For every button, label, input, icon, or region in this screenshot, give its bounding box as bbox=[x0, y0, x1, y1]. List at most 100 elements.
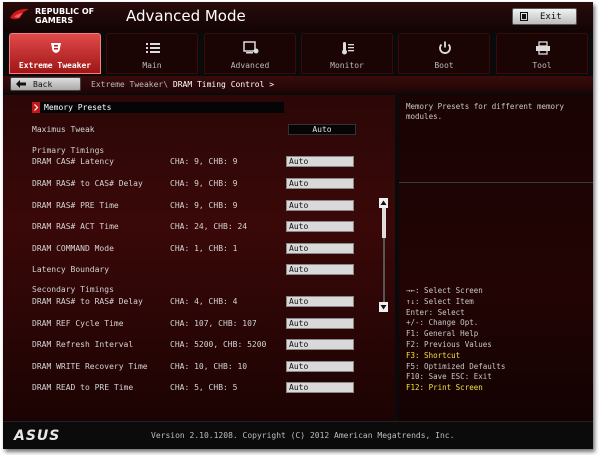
chb-value: 5200 bbox=[247, 340, 267, 349]
key-hint: →←: Select Screen bbox=[406, 286, 483, 295]
brand-line-1: REPUBLIC OF bbox=[35, 7, 95, 16]
cha-value: 9 bbox=[194, 179, 199, 188]
row-channels: CHA: 9, CHB: 9 bbox=[170, 157, 238, 166]
advanced-icon bbox=[243, 41, 259, 54]
row-value-field[interactable]: Auto bbox=[286, 200, 354, 211]
chb-value: 107 bbox=[242, 319, 257, 328]
key-hint: F2: Previous Values bbox=[406, 339, 492, 349]
cha-value: 10 bbox=[194, 362, 204, 371]
cha-value: 5200 bbox=[194, 340, 214, 349]
key-hint: +/-: Change Opt. bbox=[406, 318, 479, 328]
chb-value: 9 bbox=[232, 201, 238, 210]
tab-label: Tool bbox=[532, 61, 552, 70]
row-value-field[interactable]: Auto bbox=[286, 264, 354, 275]
row-channels: CHA: 107, CHB: 107 bbox=[170, 319, 257, 328]
scrollbar-thumb[interactable] bbox=[382, 208, 386, 238]
row-value-field[interactable]: Auto bbox=[286, 318, 354, 329]
row-channels: CHA: 10, CHB: 10 bbox=[170, 362, 248, 371]
tab-label: Boot bbox=[434, 61, 454, 70]
row-label: DRAM READ to PRE Time bbox=[32, 383, 134, 392]
row-value-field[interactable]: Auto bbox=[286, 382, 354, 393]
row-label: Latency Boundary bbox=[32, 265, 110, 274]
row-channels: CHA: 1, CHB: 1 bbox=[170, 244, 238, 253]
version-text: Version 2.10.1208. Copyright (C) 2012 Am… bbox=[151, 431, 455, 440]
row-value-field[interactable]: Auto bbox=[286, 361, 354, 372]
memory-presets-label: Memory Presets bbox=[44, 103, 112, 112]
scroll-up-arrow-icon[interactable] bbox=[379, 198, 388, 208]
row-value-field[interactable]: Auto bbox=[286, 339, 354, 350]
cha-value: 107 bbox=[194, 319, 209, 328]
printer-icon bbox=[536, 41, 550, 55]
chb-value: 9 bbox=[232, 157, 238, 166]
tab-main[interactable]: Main bbox=[106, 33, 198, 74]
row-value-field[interactable]: Auto bbox=[286, 178, 354, 189]
tab-monitor[interactable]: Monitor bbox=[301, 33, 393, 74]
key-hint: Enter: Select bbox=[406, 307, 465, 317]
chb-value: 10 bbox=[237, 362, 248, 371]
key-hint: F10: Save ESC: Exit bbox=[406, 372, 492, 382]
breadcrumb-current: DRAM Timing Control > bbox=[172, 80, 275, 89]
cha-value: 1 bbox=[194, 244, 199, 253]
maximus-tweak-label: Maximus Tweak bbox=[32, 125, 95, 134]
chb-value: 4 bbox=[232, 297, 238, 306]
cha-value: 9 bbox=[194, 201, 199, 210]
row-channels: CHA: 5, CHB: 5 bbox=[170, 383, 238, 392]
thermometer-icon bbox=[342, 42, 354, 55]
chb-value: 9 bbox=[232, 179, 238, 188]
tab-bar: Extreme Tweaker Main Advanced Monitor Bo… bbox=[9, 33, 589, 74]
row-value-field[interactable]: Auto bbox=[286, 243, 354, 254]
tab-label: Monitor bbox=[330, 61, 364, 70]
help-panel: Memory Presets for different memory modu… bbox=[399, 95, 593, 421]
navigation-bar: Back Extreme Tweaker\ DRAM Timing Contro… bbox=[3, 76, 593, 93]
tab-tool[interactable]: Tool bbox=[496, 33, 588, 74]
row-channels: CHA: 9, CHB: 9 bbox=[170, 201, 238, 210]
exit-button[interactable]: Exit bbox=[512, 8, 577, 25]
row-label: DRAM CAS# Latency bbox=[32, 157, 114, 166]
back-button[interactable]: Back bbox=[10, 77, 81, 91]
header-bar: REPUBLIC OF GAMERS Advanced Mode Exit bbox=[3, 2, 593, 32]
row-value-field[interactable]: Auto bbox=[286, 221, 354, 232]
secondary-timings-header: Secondary Timings bbox=[32, 285, 114, 294]
tab-label: Main bbox=[142, 61, 162, 70]
row-label: DRAM WRITE Recovery Time bbox=[32, 362, 148, 371]
scroll-down-arrow-icon[interactable] bbox=[379, 302, 388, 312]
row-label: DRAM COMMAND Mode bbox=[32, 244, 114, 253]
rog-eye-logo-icon bbox=[10, 8, 29, 20]
submenu-arrow-icon bbox=[32, 102, 40, 113]
row-channels: CHA: 5200, CHB: 5200 bbox=[170, 340, 267, 349]
row-label: DRAM RAS# to RAS# Delay bbox=[32, 297, 143, 306]
cha-value: 5 bbox=[194, 383, 199, 392]
row-channels: CHA: 9, CHB: 9 bbox=[170, 179, 238, 188]
row-value-field[interactable]: Auto bbox=[286, 296, 354, 307]
brand-text: REPUBLIC OF GAMERS bbox=[35, 7, 115, 25]
row-label: DRAM RAS# PRE Time bbox=[32, 201, 119, 210]
chb-value: 24 bbox=[237, 222, 248, 231]
mode-title: Advanced Mode bbox=[126, 7, 246, 25]
breadcrumb: Extreme Tweaker\ DRAM Timing Control > bbox=[91, 80, 274, 89]
brand-line-2: GAMERS bbox=[35, 16, 74, 25]
tweaker-icon bbox=[51, 43, 61, 53]
chb-value: 5 bbox=[232, 383, 238, 392]
primary-timings-header: Primary Timings bbox=[32, 146, 105, 155]
key-legend: →←: Select Screen ↑↓: Select Item Enter:… bbox=[406, 286, 505, 394]
asus-logo: ASUS bbox=[14, 428, 61, 444]
back-label: Back bbox=[33, 79, 53, 89]
key-hint: ↑↓: Select Item bbox=[406, 296, 474, 306]
tab-extreme-tweaker[interactable]: Extreme Tweaker bbox=[9, 33, 101, 74]
key-hint-shortcut[interactable]: F3: Shortcut bbox=[406, 351, 505, 362]
row-value-field[interactable]: Auto bbox=[286, 156, 354, 167]
cha-value: 9 bbox=[194, 157, 199, 166]
help-description: Memory Presets for different memory modu… bbox=[406, 102, 565, 121]
breadcrumb-parent[interactable]: Extreme Tweaker\ bbox=[91, 80, 168, 89]
row-label: DRAM REF Cycle Time bbox=[32, 319, 124, 328]
exit-door-icon bbox=[520, 12, 528, 21]
tab-advanced[interactable]: Advanced bbox=[204, 33, 296, 74]
tab-boot[interactable]: Boot bbox=[398, 33, 490, 74]
key-hint-print-screen[interactable]: F12: Print Screen bbox=[406, 383, 505, 394]
row-channels: CHA: 4, CHB: 4 bbox=[170, 297, 238, 306]
maximus-tweak-field[interactable]: Auto bbox=[288, 124, 356, 135]
row-label: DRAM RAS# ACT Time bbox=[32, 222, 119, 231]
key-hint: F1: General Help bbox=[406, 329, 479, 339]
settings-panel: Memory Presets Maximus Tweak Auto Primar… bbox=[3, 95, 395, 421]
tab-label: Advanced bbox=[230, 61, 270, 70]
